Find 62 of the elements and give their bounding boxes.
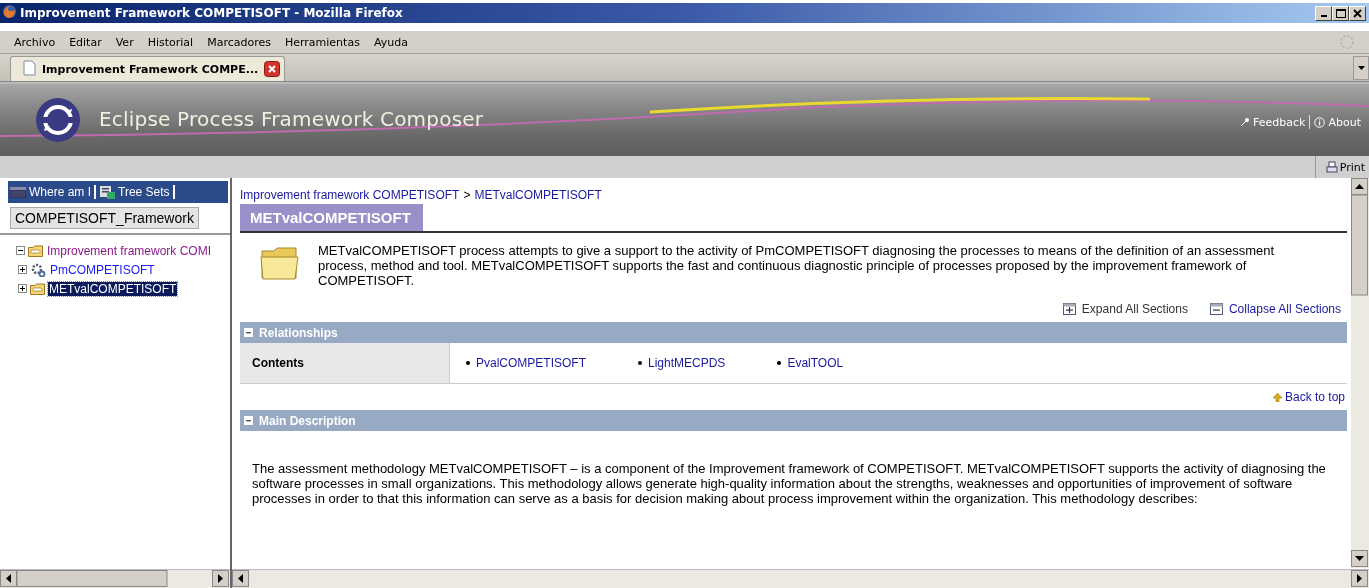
- menu-item[interactable]: Herramientas: [278, 35, 368, 49]
- maximize-button[interactable]: [1332, 5, 1349, 21]
- collapse-icon[interactable]: [244, 416, 253, 425]
- banner-link[interactable]: About: [1314, 115, 1361, 129]
- menu-item[interactable]: Editar: [63, 35, 110, 49]
- bullet-icon: [466, 361, 470, 365]
- collapse-icon[interactable]: [16, 246, 25, 255]
- page-title: METvalCOMPETISOFT: [240, 204, 423, 231]
- content-link[interactable]: EvalTOOL: [787, 356, 844, 370]
- row-label: Contents: [240, 343, 450, 383]
- window-title: Improvement Framework COMPETISOFT - Mozilla Firefox: [20, 6, 403, 20]
- content-link[interactable]: PvalCOMPETISOFT: [476, 356, 586, 370]
- info-icon: [1314, 116, 1326, 128]
- menu-item[interactable]: Ayuda: [367, 35, 416, 49]
- panel-tab[interactable]: Where am I: [10, 185, 96, 199]
- tab-list-button[interactable]: [1353, 56, 1369, 80]
- content-link[interactable]: LightMECPDS: [648, 356, 726, 370]
- breadcrumb-link[interactable]: Improvement framework COMPETISOFT: [240, 188, 460, 202]
- description-text: The assessment methodology METvalCOMPETISOFT – is a component of the Improvement framework of COMPETISOFT. METvalCOMPETISOFT supports the activity of diagnosing the software processes in small organizations. This methodology allows generate high-quality information about the strengths, weaknesses and opportunities of improvement of software processes in order to that this information can serve as a basis for decision making about process improvement within the organization. This methodology describes:: [252, 461, 1327, 506]
- close-icon: [1353, 8, 1362, 18]
- panel-tab[interactable]: Tree Sets: [100, 185, 175, 199]
- folder-icon: [28, 244, 43, 257]
- menu-item[interactable]: Marcadores: [201, 35, 279, 49]
- summary-text: METvalCOMPETISOFT process attempts to give a support to the activity of PmCOMPETISOFT diagnosing the processes to means of the definition of an assessment process, method and tool. METvalCOMPETISOFT supports the fast and continuous diagnostic principle of processes proposed by the improvement framework of COMPETISOFT.: [318, 243, 1276, 288]
- page-icon: [23, 59, 36, 79]
- bullet-icon: [638, 361, 642, 365]
- folder-icon: [30, 282, 45, 295]
- horizontal-scrollbar[interactable]: [0, 570, 230, 588]
- expand-icon[interactable]: [18, 284, 27, 293]
- banner-link[interactable]: Feedback: [1240, 115, 1306, 129]
- expand-icon: [1062, 303, 1076, 315]
- pin-icon: [1240, 117, 1251, 127]
- tree-item[interactable]: Improvement framework COMI: [46, 243, 213, 258]
- maximize-icon: [1335, 8, 1346, 18]
- expand-all-link[interactable]: Expand All Sections: [1062, 302, 1188, 316]
- bullet-icon: [777, 361, 782, 365]
- collapse-icon[interactable]: [244, 328, 253, 337]
- breadcrumb-separator: >: [463, 188, 471, 202]
- caret-icon: [1357, 66, 1365, 70]
- menu-item[interactable]: Historial: [141, 35, 202, 49]
- printer-icon: [1325, 161, 1338, 173]
- menu-item[interactable]: Ver: [109, 35, 142, 49]
- close-tab-button[interactable]: [264, 61, 281, 77]
- banner-title: Eclipse Process Framework Composer: [99, 107, 484, 131]
- list-icon: [100, 185, 115, 199]
- breadcrumb-link[interactable]: METvalCOMPETISOFT: [474, 188, 602, 202]
- window-icon: [10, 186, 26, 198]
- horizontal-scrollbar[interactable]: [232, 570, 1369, 588]
- collapse-all-link[interactable]: Collapse All Sections: [1209, 302, 1341, 316]
- collapse-icon: [1209, 303, 1223, 315]
- browser-tab[interactable]: Improvement Framework COMPE...: [10, 56, 286, 81]
- back-to-top-link[interactable]: Back to top: [1272, 390, 1345, 404]
- tree-set-label: COMPETISOFT_Framework: [10, 207, 199, 229]
- close-button[interactable]: [1349, 5, 1366, 21]
- tree-item[interactable]: PmCOMPETISOFT: [49, 262, 156, 277]
- minimize-button[interactable]: [1315, 5, 1332, 21]
- tree-item[interactable]: METvalCOMPETISOFT: [48, 281, 178, 296]
- expand-icon[interactable]: [18, 265, 27, 274]
- vertical-scrollbar[interactable]: [1351, 178, 1369, 569]
- menu-item[interactable]: Archivo: [8, 35, 64, 49]
- minimize-icon: [1320, 15, 1327, 17]
- up-arrow-icon: [1272, 392, 1282, 402]
